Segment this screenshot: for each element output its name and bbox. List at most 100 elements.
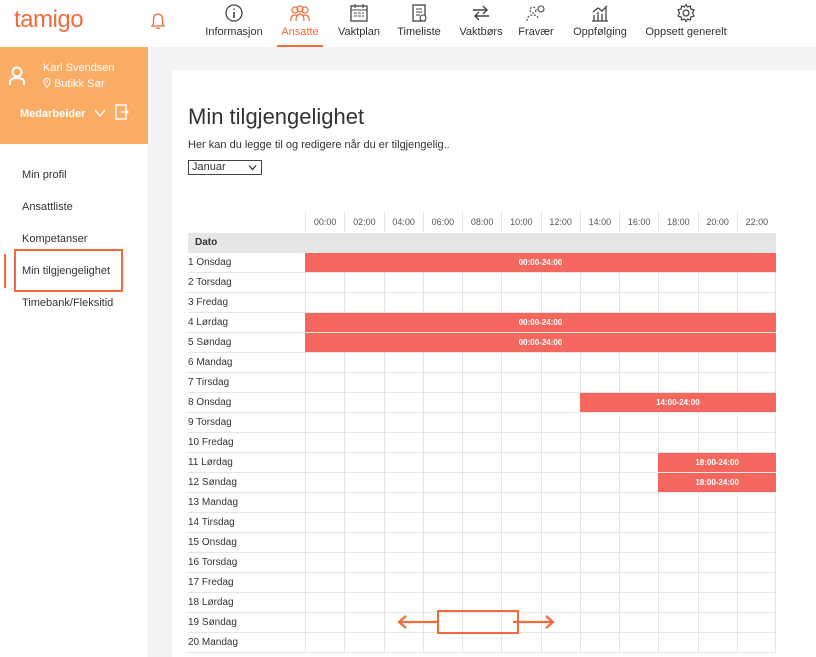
- grid-line: [422, 293, 424, 313]
- nav-item-fravær[interactable]: Fravær: [518, 0, 554, 47]
- availability-slot[interactable]: 14:00-24:00: [579, 393, 776, 412]
- row-time-cells[interactable]: [305, 373, 776, 393]
- row-time-cells[interactable]: [305, 513, 776, 533]
- row-time-cells[interactable]: [305, 633, 776, 653]
- nav-item-oppfølging[interactable]: Oppfølging: [572, 0, 628, 47]
- grid-line: [619, 513, 620, 533]
- row-time-cells[interactable]: 00:00-24:00: [305, 253, 776, 273]
- grid-line: [540, 593, 542, 613]
- logout-icon[interactable]: [115, 104, 129, 120]
- nav-item-ansatte[interactable]: Ansatte: [277, 0, 323, 47]
- row-date-label: 1 Onsdag: [188, 253, 305, 273]
- notifications-bell-icon[interactable]: [150, 12, 166, 30]
- hour-header: 20:00: [697, 212, 737, 232]
- grid-line: [775, 493, 776, 513]
- row-time-cells[interactable]: 18:00-24:00: [305, 473, 776, 493]
- location-pin-icon: [43, 77, 51, 89]
- grid-line: [383, 393, 385, 413]
- grid-line: [383, 493, 385, 513]
- grid-line: [736, 513, 738, 533]
- grid-line: [697, 433, 699, 453]
- row-time-cells[interactable]: [305, 293, 776, 313]
- month-select[interactable]: Januar: [188, 160, 262, 175]
- grid-line: [501, 533, 503, 553]
- grid-line: [579, 593, 581, 613]
- grid-line: [462, 513, 463, 533]
- grid-line: [344, 593, 346, 613]
- availability-row: 12 Søndag 18:00-24:00: [188, 473, 776, 493]
- row-time-cells[interactable]: [305, 493, 776, 513]
- availability-slot[interactable]: 18:00-24:00: [658, 453, 776, 472]
- hour-header: 12:00: [540, 212, 580, 232]
- highlight-box: [14, 249, 123, 292]
- sidebar-item-kompetanser[interactable]: Kompetanser: [22, 233, 87, 245]
- row-time-cells[interactable]: [305, 413, 776, 433]
- chevron-down-icon[interactable]: [94, 107, 106, 119]
- page-title: Min tilgjengelighet: [188, 104, 365, 129]
- row-date-label: 3 Fredag: [188, 293, 305, 313]
- grid-line: [501, 293, 503, 313]
- availability-slot[interactable]: 18:00-24:00: [658, 473, 776, 492]
- sidebar-item-min-profil[interactable]: Min profil: [22, 169, 67, 181]
- drag-selection-box[interactable]: [437, 610, 519, 634]
- user-store-label: Butikk Sør: [54, 78, 105, 90]
- nav-item-label: Ansatte: [281, 26, 319, 38]
- grid-line: [344, 613, 346, 633]
- grid-line: [579, 473, 581, 493]
- sidebar-item-timebank[interactable]: Timebank/Fleksitid: [22, 297, 113, 309]
- availability-slot[interactable]: 00:00-24:00: [305, 313, 776, 332]
- row-time-cells[interactable]: 00:00-24:00: [305, 313, 776, 333]
- grid-line: [305, 593, 306, 613]
- grid-line: [422, 533, 424, 553]
- grid-line: [422, 513, 424, 533]
- grid-line: [383, 553, 385, 573]
- row-time-cells[interactable]: [305, 553, 776, 573]
- row-time-cells[interactable]: 18:00-24:00: [305, 453, 776, 473]
- grid-line: [501, 353, 503, 373]
- row-time-cells[interactable]: 00:00-24:00: [305, 333, 776, 353]
- row-time-cells[interactable]: [305, 353, 776, 373]
- grid-line: [305, 473, 306, 493]
- grid-line: [344, 473, 346, 493]
- row-date-label: 11 Lørdag: [188, 453, 305, 473]
- row-time-cells[interactable]: 14:00-24:00: [305, 393, 776, 413]
- nav-item-informasjon[interactable]: Informasjon: [205, 0, 263, 47]
- availability-slot[interactable]: 00:00-24:00: [305, 253, 776, 272]
- grid-line: [540, 553, 542, 573]
- row-time-cells[interactable]: [305, 573, 776, 593]
- nav-item-label: Oppsett generelt: [645, 26, 727, 38]
- row-date-label: 18 Lørdag: [188, 593, 305, 613]
- grid-line: [344, 533, 346, 553]
- grid-line: [383, 293, 385, 313]
- row-time-cells[interactable]: [305, 593, 776, 613]
- grid-line: [462, 433, 463, 453]
- grid-line: [775, 413, 776, 433]
- availability-row: 3 Fredag: [188, 293, 776, 313]
- grid-line: [383, 513, 385, 533]
- role-selector-label[interactable]: Medarbeider: [20, 108, 85, 120]
- month-select-value: Januar: [192, 161, 226, 173]
- grid-line: [775, 553, 776, 573]
- nav-item-oppsett-generelt[interactable]: Oppsett generelt: [645, 0, 727, 47]
- grid-line: [462, 393, 463, 413]
- nav-item-vaktplan[interactable]: Vaktplan: [337, 0, 381, 47]
- grid-line: [619, 433, 620, 453]
- grid-line: [462, 553, 463, 573]
- tamigo-logo[interactable]: tamigo: [14, 6, 84, 34]
- sidebar-item-ansattliste[interactable]: Ansattliste: [22, 201, 73, 213]
- nav-item-vaktbørs[interactable]: Vaktbørs: [458, 0, 504, 47]
- grid-line: [775, 433, 776, 453]
- nav-item-timeliste[interactable]: Timeliste: [397, 0, 441, 47]
- grid-line: [775, 293, 776, 313]
- grid-line: [462, 373, 463, 393]
- shift-exchange-icon: [473, 5, 489, 21]
- row-time-cells[interactable]: [305, 433, 776, 453]
- grid-line: [383, 433, 385, 453]
- grid-line: [344, 413, 346, 433]
- grid-line: [540, 533, 542, 553]
- grid-line: [579, 613, 581, 633]
- row-time-cells[interactable]: [305, 273, 776, 293]
- availability-row: 9 Torsdag: [188, 413, 776, 433]
- availability-slot[interactable]: 00:00-24:00: [305, 333, 776, 352]
- row-time-cells[interactable]: [305, 533, 776, 553]
